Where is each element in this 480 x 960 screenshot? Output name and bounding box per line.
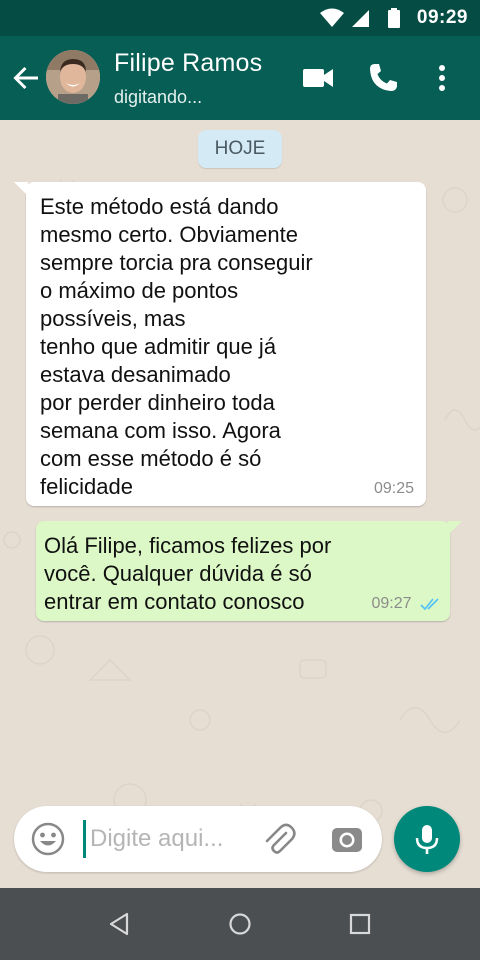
nav-back-icon[interactable] <box>106 910 134 938</box>
contact-photo <box>46 50 100 104</box>
avatar[interactable] <box>46 50 100 104</box>
message-time: 09:27 <box>371 595 412 612</box>
message-text: Este método está dando mesmo certo. Obvi… <box>40 194 313 499</box>
signal-icon <box>352 10 369 27</box>
attach-icon[interactable] <box>260 821 298 859</box>
microphone-icon <box>415 825 439 854</box>
chat-header: Filipe Ramos digitando... <box>0 36 480 120</box>
camera-icon[interactable] <box>330 822 364 856</box>
system-navigation-bar <box>0 888 480 960</box>
phone-icon[interactable] <box>365 60 401 96</box>
bubble-tail <box>14 182 28 196</box>
read-receipt-icon <box>420 598 439 610</box>
video-call-icon[interactable] <box>300 60 336 96</box>
status-bar: 09:29 <box>0 0 480 36</box>
outgoing-message[interactable]: Olá Filipe, ficamos felizes por você. Qu… <box>36 521 462 621</box>
back-arrow-icon[interactable] <box>10 62 42 94</box>
chat-area[interactable]: HOJE Este método está dando mesmo certo.… <box>0 120 480 888</box>
more-options-icon[interactable] <box>424 60 460 96</box>
battery-icon <box>388 8 400 28</box>
message-time: 09:25 <box>373 480 414 497</box>
bubble-tail <box>448 521 462 535</box>
wifi-icon <box>320 8 344 27</box>
message-composer <box>14 806 382 872</box>
emoji-icon[interactable] <box>30 821 66 857</box>
incoming-message[interactable]: Este método está dando mesmo certo. Obvi… <box>14 182 426 506</box>
contact-name[interactable]: Filipe Ramos <box>114 49 262 78</box>
nav-recents-icon[interactable] <box>346 910 374 938</box>
typing-status: digitando... <box>114 87 203 107</box>
text-cursor <box>83 820 86 858</box>
date-divider: HOJE <box>198 130 282 168</box>
clock: 09:29 <box>416 7 468 28</box>
mic-button[interactable] <box>394 806 460 872</box>
message-input[interactable] <box>90 820 250 858</box>
nav-home-icon[interactable] <box>226 910 254 938</box>
message-meta: 09:27 <box>372 595 443 613</box>
